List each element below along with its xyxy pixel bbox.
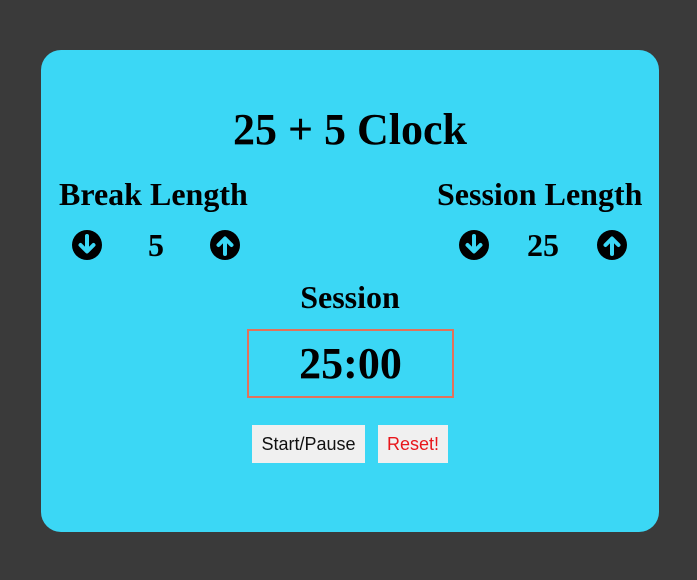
session-increment-button[interactable]	[597, 230, 627, 260]
session-decrement-button[interactable]	[459, 230, 489, 260]
break-decrement-button[interactable]	[72, 230, 102, 260]
reset-button[interactable]: Reset!	[378, 425, 448, 463]
break-length-value: 5	[148, 227, 164, 263]
arrow-circle-up-icon	[597, 230, 627, 260]
session-length-label: Session Length	[437, 176, 643, 212]
break-length-label: Break Length	[59, 176, 248, 212]
timer-label: Session	[300, 279, 400, 315]
arrow-circle-up-icon	[210, 230, 240, 260]
start-pause-button[interactable]: Start/Pause	[252, 425, 365, 463]
session-length-value: 25	[527, 227, 559, 263]
arrow-circle-down-icon	[459, 230, 489, 260]
clock-card: 25 + 5 Clock Break Length Session Length…	[41, 50, 659, 532]
break-increment-button[interactable]	[210, 230, 240, 260]
app-title: 25 + 5 Clock	[232, 105, 468, 154]
arrow-circle-down-icon	[72, 230, 102, 260]
timer-display: 25:00	[247, 329, 454, 398]
time-left: 25:00	[299, 339, 402, 388]
